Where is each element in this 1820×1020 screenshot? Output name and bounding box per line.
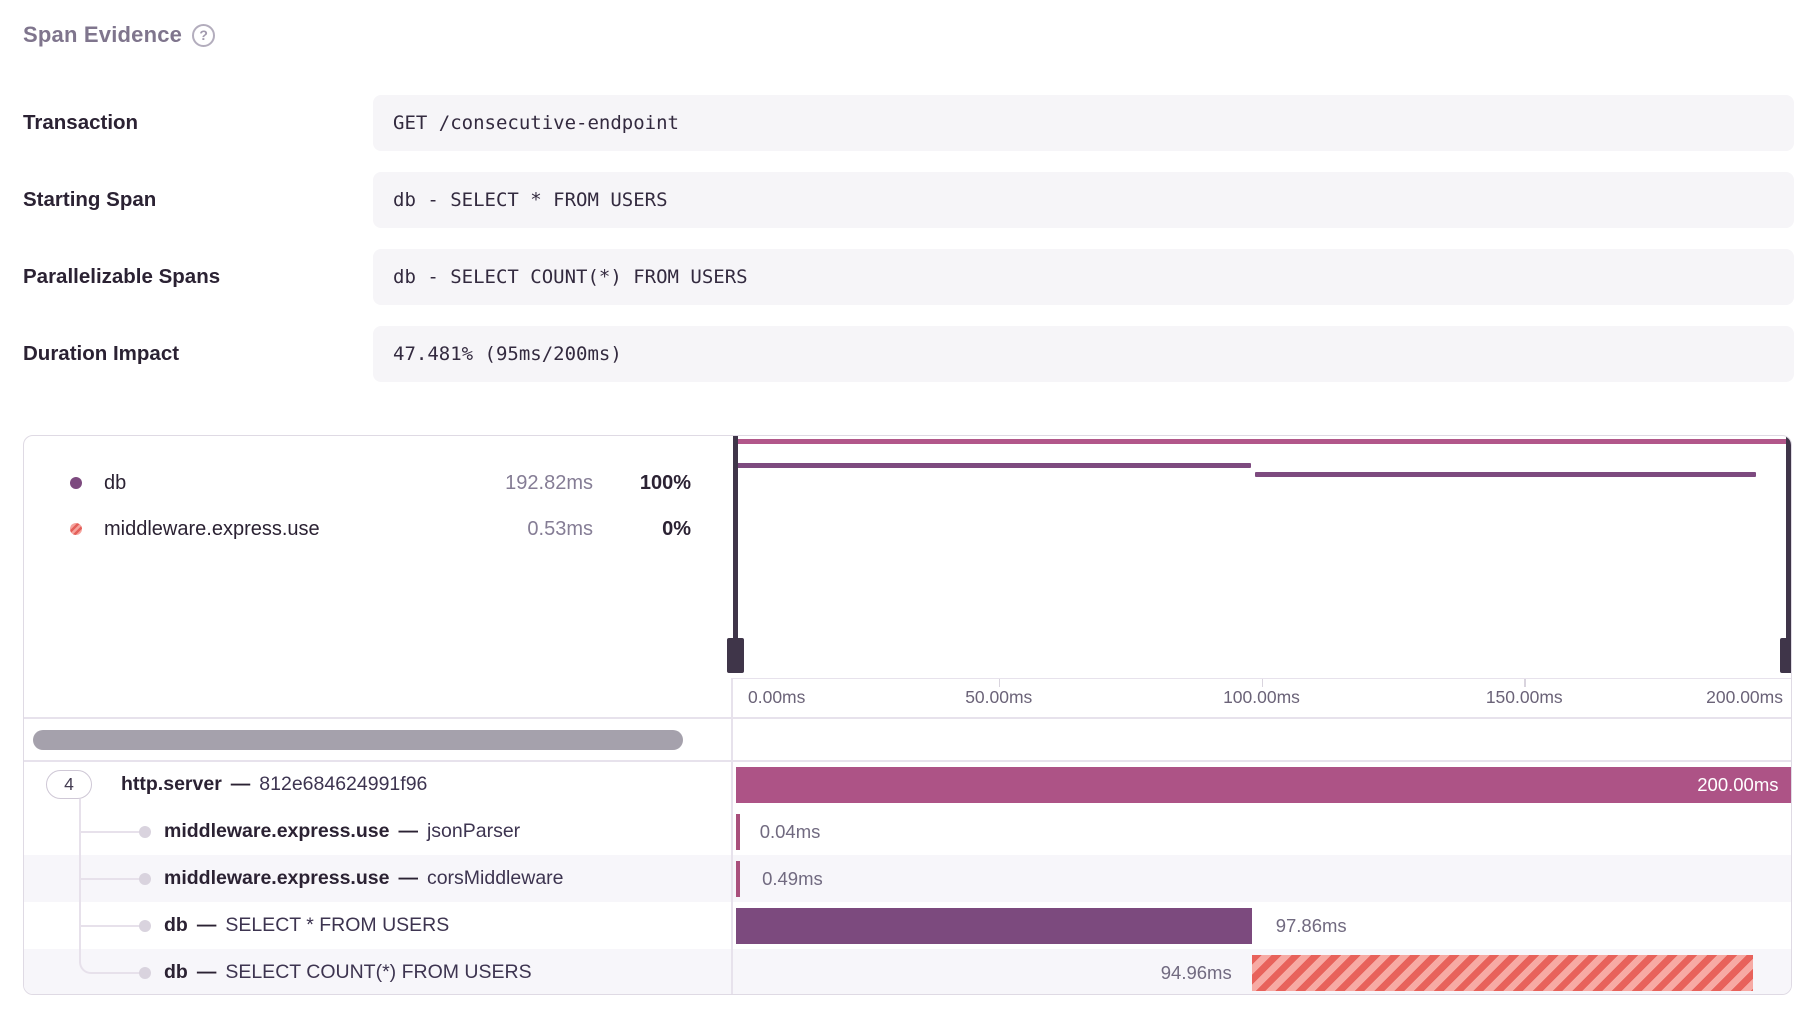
span-description: corsMiddleware [427,867,564,890]
span-row-title: middleware.express.use — jsonParser [164,808,520,855]
span-duration-label: 200.00ms [1697,767,1778,803]
tree-connector-elbow [79,962,140,974]
evidence-value: db - SELECT COUNT(*) FROM USERS [373,249,1794,305]
span-bar-db-count-striped[interactable] [1252,955,1753,991]
minimap-left-drag-handle[interactable] [727,638,744,673]
span-row-title: db — SELECT * FROM USERS [164,902,449,949]
span-row-title: middleware.express.use — corsMiddleware [164,855,564,902]
axis-tick-label: 200.00ms [1706,679,1783,717]
span-bar-db-select[interactable] [736,908,1252,944]
span-op: middleware.express.use [164,867,389,890]
span-op: http.server [121,773,222,796]
minimap-bar-db-select [735,463,1251,468]
dash-separator: — [231,773,251,796]
dash-separator: — [197,961,217,984]
time-axis-lane: 0.00ms 50.00ms 100.00ms 150.00ms 200.00m… [736,679,1787,717]
tree-connector-vertical [79,799,82,963]
legend-op-name: db [104,472,473,495]
evidence-label: Starting Span [23,172,373,228]
span-bar-json-parser[interactable] [736,814,740,850]
help-icon[interactable]: ? [192,24,215,47]
span-duration-label: 94.96ms [1161,949,1232,995]
span-duration-label: 0.04ms [760,808,821,855]
evidence-row-starting-span: Starting Span db - SELECT * FROM USERS [23,172,1794,228]
span-waterfall-panel: db 192.82ms 100% middleware.express.use … [23,435,1792,995]
legend-op-name: middleware.express.use [104,518,473,541]
span-description: SELECT COUNT(*) FROM USERS [225,961,531,984]
middleware-legend-dot-icon [70,523,82,535]
trace-minimap [735,436,1790,651]
dash-separator: — [197,914,217,937]
evidence-row-duration-impact: Duration Impact 47.481% (95ms/200ms) [23,326,1794,382]
tree-node-dot-icon [139,826,151,838]
span-bar-cors-middleware[interactable] [736,861,740,897]
tree-node-dot-icon [139,873,151,885]
span-description: jsonParser [427,820,520,843]
span-row-cors-middleware[interactable]: middleware.express.use — corsMiddleware 0.… [24,855,1791,902]
axis-tick-label: 100.00ms [1223,679,1300,717]
legend-item-db: db 192.82ms 100% [24,460,731,506]
span-row-db-select[interactable]: db — SELECT * FROM USERS 97.86ms [24,902,1791,949]
time-axis: 0.00ms 50.00ms 100.00ms 150.00ms 200.00m… [731,678,1791,718]
span-description: 812e684624991f96 [259,773,427,796]
span-bar-http-server[interactable]: 200.00ms [736,767,1791,803]
span-row-json-parser[interactable]: middleware.express.use — jsonParser 0.04ms [24,808,1791,855]
span-legend: db 192.82ms 100% middleware.express.use … [24,460,731,552]
minimap-right-boundary [1786,436,1791,640]
span-row-title: http.server — 812e684624991f96 [121,761,427,808]
span-op: db [164,914,188,937]
minimap-right-drag-handle[interactable] [1780,638,1792,673]
tree-connector [80,925,139,928]
evidence-label: Duration Impact [23,326,373,382]
evidence-row-transaction: Transaction GET /consecutive-endpoint [23,95,1794,151]
evidence-value: 47.481% (95ms/200ms) [373,326,1794,382]
legend-duration: 0.53ms [473,518,593,541]
tree-connector [80,831,139,834]
page-title: Span Evidence [23,22,182,48]
span-row-title: db — SELECT COUNT(*) FROM USERS [164,949,532,995]
axis-tick-label: 150.00ms [1486,679,1563,717]
span-row-db-count[interactable]: db — SELECT COUNT(*) FROM USERS 94.96ms [24,949,1791,995]
legend-percent: 0% [593,518,691,541]
tree-scrollbar-track [24,719,731,761]
span-description: SELECT * FROM USERS [225,914,449,937]
tree-node-dot-icon [139,920,151,932]
legend-duration: 192.82ms [473,472,593,495]
axis-tick-label: 0.00ms [748,679,805,717]
minimap-left-boundary [733,436,738,640]
evidence-label: Transaction [23,95,373,151]
dash-separator: — [398,867,418,890]
axis-tick-label: 50.00ms [965,679,1032,717]
section-header: Span Evidence ? [23,22,215,48]
evidence-value: GET /consecutive-endpoint [373,95,1794,151]
tree-chart-divider [731,678,733,994]
dash-separator: — [398,820,418,843]
tree-node-dot-icon [139,967,151,979]
minimap-bar-http-server [735,439,1790,444]
tree-connector [80,878,139,881]
evidence-label: Parallelizable Spans [23,249,373,305]
db-legend-dot-icon [70,477,82,489]
evidence-row-parallelizable-spans: Parallelizable Spans db - SELECT COUNT(*… [23,249,1794,305]
legend-item-middleware: middleware.express.use 0.53ms 0% [24,506,731,552]
evidence-value: db - SELECT * FROM USERS [373,172,1794,228]
span-op: db [164,961,188,984]
span-op: middleware.express.use [164,820,389,843]
span-duration-label: 0.49ms [762,855,823,902]
minimap-bar-db-count [1255,472,1756,477]
span-duration-label: 97.86ms [1276,902,1347,949]
span-count-badge[interactable]: 4 [46,770,92,799]
span-row-http-server[interactable]: 4 http.server — 812e684624991f96 200.00ms [24,761,1791,808]
span-evidence-page: Span Evidence ? Transaction GET /consecu… [0,0,1820,1020]
legend-percent: 100% [593,472,691,495]
tree-scrollbar-thumb[interactable] [33,730,683,750]
